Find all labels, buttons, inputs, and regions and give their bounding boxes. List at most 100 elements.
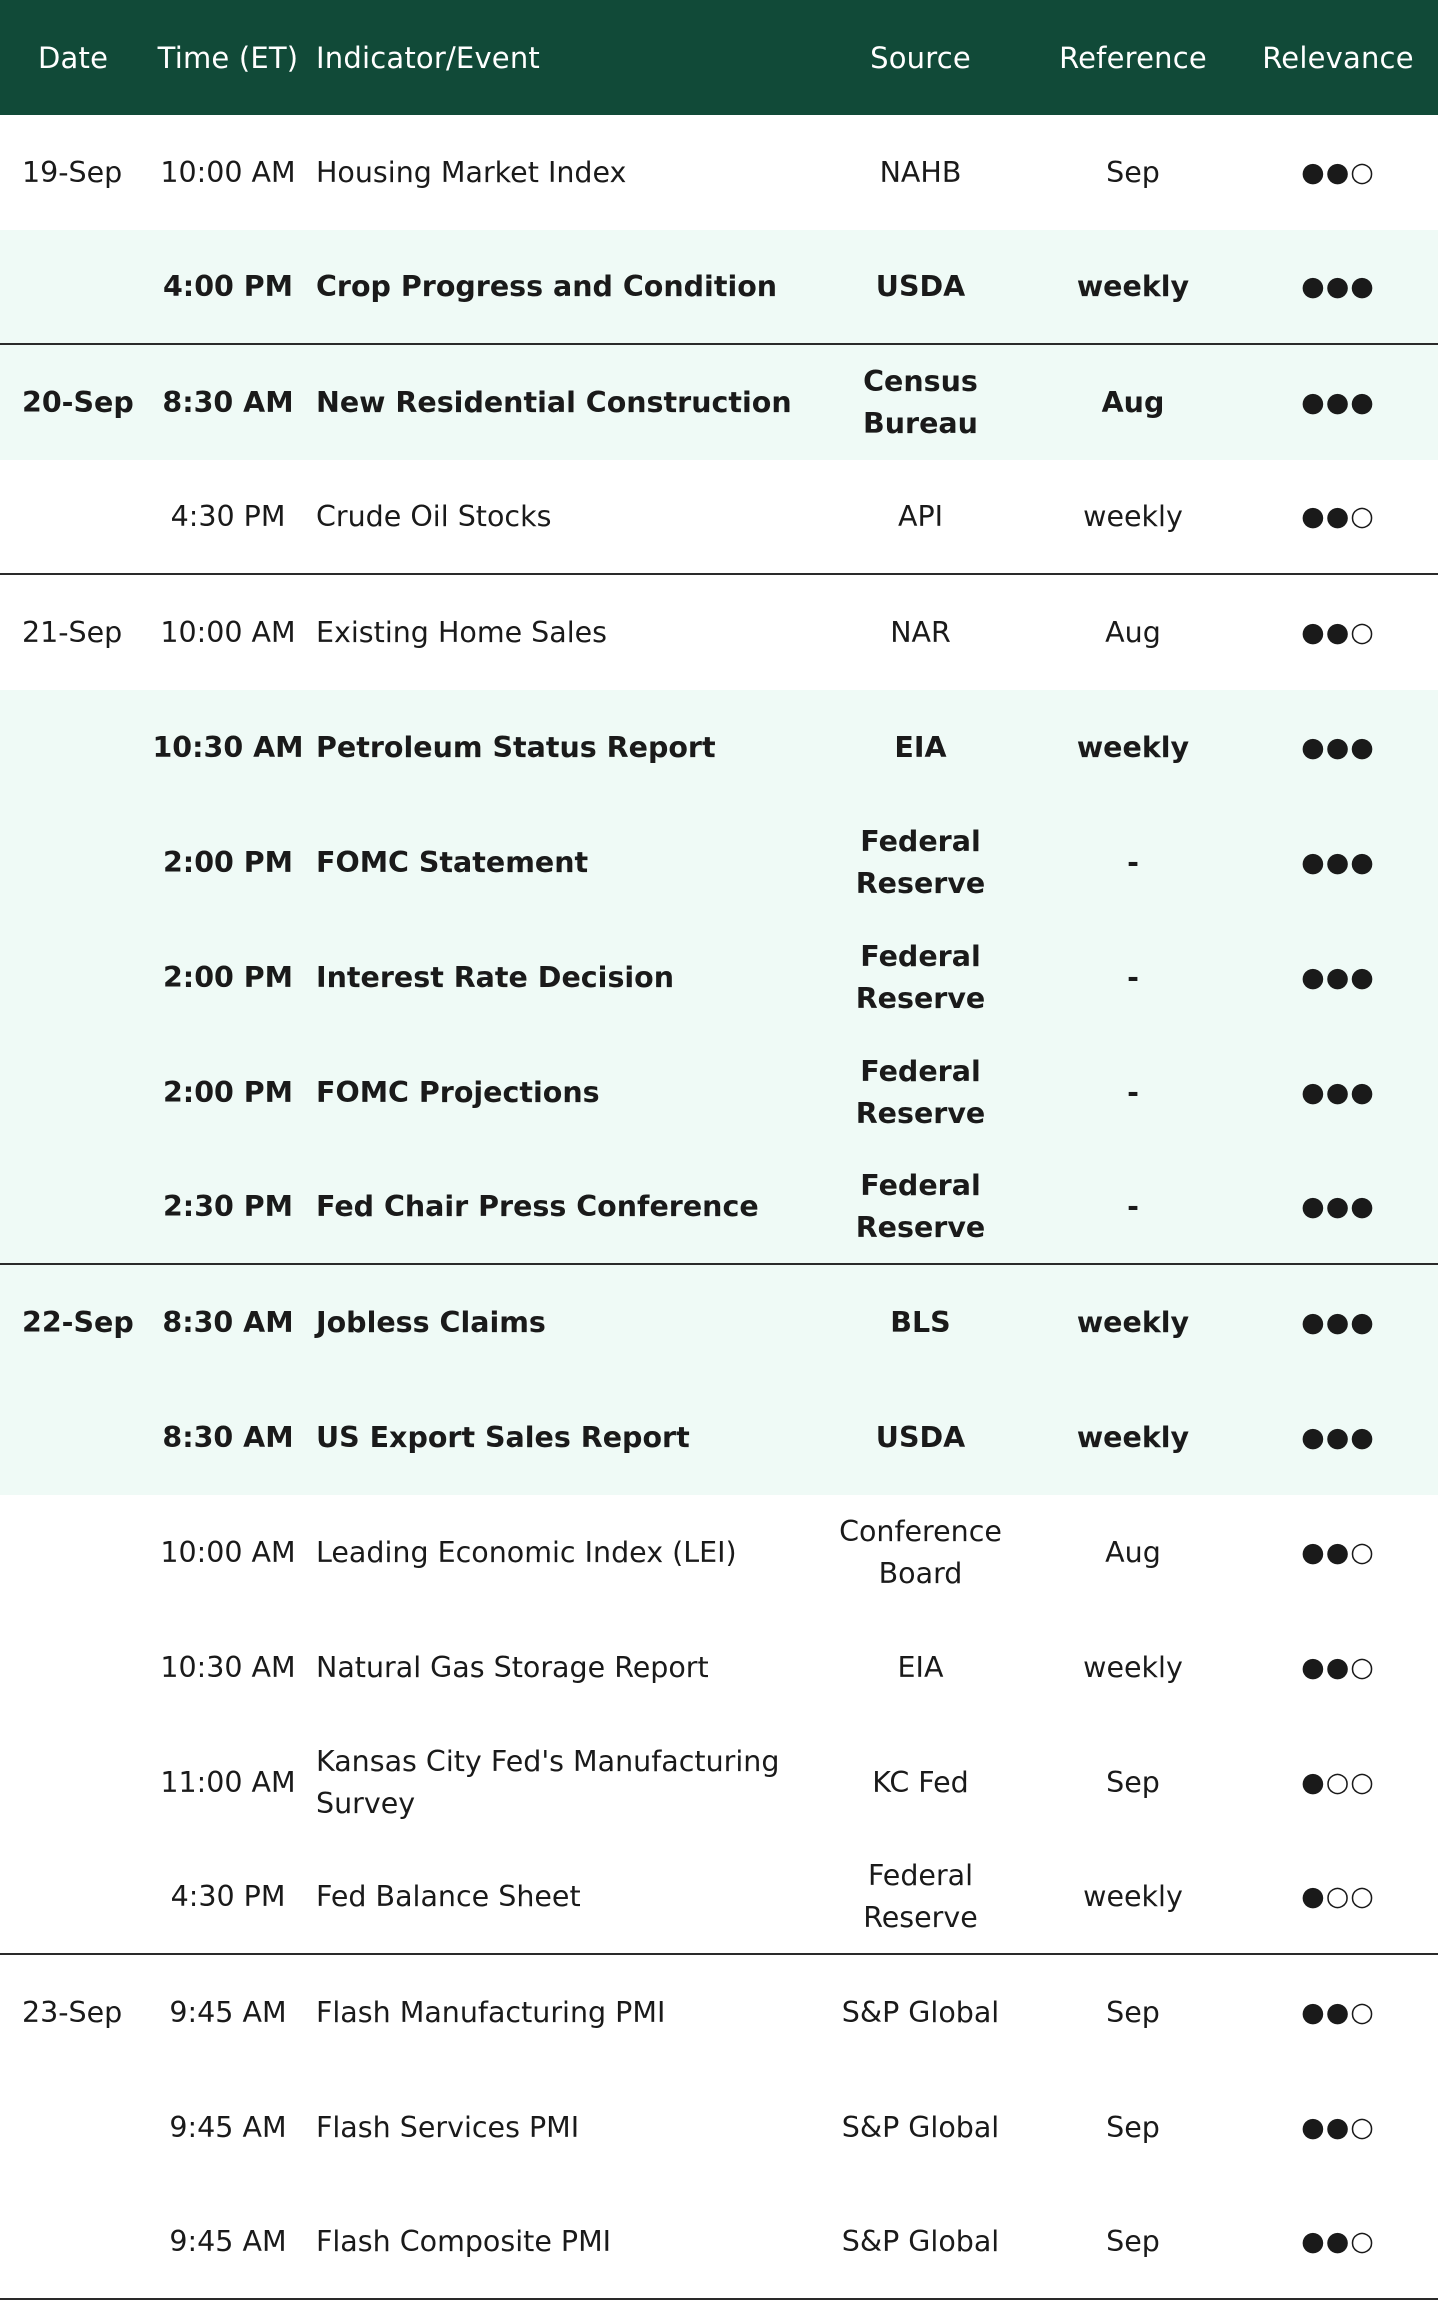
cell-source: Census Bureau	[863, 364, 978, 440]
cell-reference: weekly	[1076, 1420, 1190, 1454]
cell-indicator: Kansas City Fed's Manufacturing Survey	[316, 1744, 780, 1820]
table-row: 21-Sep 10:00 AM Existing Home Sales NAR Aug ●…	[0, 575, 1438, 690]
cell-date: 23-Sep	[22, 1995, 123, 2029]
header-indicator: Indicator/Event	[316, 40, 540, 75]
relevance-rating: ●●○	[1301, 500, 1375, 532]
cell-time: 2:30 PM	[162, 1189, 294, 1223]
cell-reference: -	[1127, 845, 1139, 879]
relevance-rating: ●●○	[1301, 616, 1375, 648]
cell-reference: weekly	[1083, 499, 1183, 533]
cell-time: 2:00 PM	[162, 845, 294, 879]
cell-source: EIA	[897, 1650, 944, 1684]
cell-date: 20-Sep	[22, 385, 134, 419]
cell-source: KC Fed	[872, 1765, 969, 1799]
cell-reference: -	[1127, 1189, 1139, 1223]
cell-indicator: Petroleum Status Report	[316, 730, 716, 764]
cell-time: 4:30 PM	[170, 1879, 286, 1913]
cell-reference: Aug	[1105, 615, 1161, 649]
table-row: 4:30 PM Crude Oil Stocks API weekly ●●○	[0, 460, 1438, 575]
cell-source: USDA	[875, 1420, 966, 1454]
cell-indicator: Fed Balance Sheet	[316, 1879, 581, 1913]
cell-reference: -	[1127, 1075, 1139, 1109]
cell-time: 4:30 PM	[170, 499, 286, 533]
cell-time: 10:00 AM	[160, 615, 296, 649]
cell-source: Conference Board	[839, 1514, 1002, 1590]
cell-time: 2:00 PM	[162, 1075, 294, 1109]
table-row: 8:30 AM US Export Sales Report USDA weekly ●…	[0, 1380, 1438, 1495]
cell-indicator: Crude Oil Stocks	[316, 499, 552, 533]
table-row: 2:00 PM FOMC Projections Federal Reserve - ●…	[0, 1035, 1438, 1150]
cell-date: 22-Sep	[22, 1305, 134, 1339]
cell-reference: Sep	[1106, 2110, 1160, 2144]
cell-time: 10:00 AM	[160, 155, 296, 189]
relevance-rating: ●●●	[1301, 1076, 1375, 1108]
cell-indicator: Crop Progress and Condition	[316, 269, 778, 303]
cell-time: 10:30 AM	[160, 1650, 296, 1684]
header-date: Date	[38, 40, 109, 75]
cell-time: 10:30 AM	[152, 730, 304, 764]
table-header: Date Time (ET) Indicator/Event Source Re…	[0, 0, 1438, 115]
cell-time: 11:00 AM	[160, 1765, 296, 1799]
cell-indicator: US Export Sales Report	[316, 1420, 690, 1454]
economic-calendar: Date Time (ET) Indicator/Event Source Re…	[0, 0, 1438, 2312]
cell-source: NAHB	[879, 155, 962, 189]
relevance-rating: ●●●	[1301, 386, 1375, 418]
cell-indicator: Flash Manufacturing PMI	[316, 1995, 666, 2029]
cell-indicator: Existing Home Sales	[316, 615, 608, 649]
cell-reference: weekly	[1083, 1650, 1183, 1684]
cell-reference: weekly	[1076, 269, 1190, 303]
relevance-rating: ●●●	[1301, 1190, 1375, 1222]
relevance-rating: ●●○	[1301, 2111, 1375, 2143]
table-row: 2:00 PM FOMC Statement Federal Reserve - ●●●	[0, 805, 1438, 920]
cell-source: Federal Reserve	[863, 1858, 978, 1934]
table-row: 20-Sep 8:30 AM New Residential Constructio…	[0, 345, 1438, 460]
relevance-rating: ●●●	[1301, 1421, 1375, 1453]
cell-source: USDA	[875, 269, 966, 303]
cell-reference: Sep	[1106, 2224, 1160, 2258]
cell-time: 4:00 PM	[162, 269, 294, 303]
header-reference: Reference	[1059, 40, 1207, 75]
cell-reference: Sep	[1106, 1765, 1160, 1799]
cell-indicator: Flash Services PMI	[316, 2110, 580, 2144]
table-row: 11:00 AM Kansas City Fed's Manufacturing …	[0, 1725, 1438, 1840]
relevance-rating: ●●○	[1301, 1996, 1375, 2028]
cell-indicator: Housing Market Index	[316, 155, 627, 189]
cell-date: 21-Sep	[22, 615, 123, 649]
relevance-rating: ●●○	[1301, 1536, 1375, 1568]
header-time: Time (ET)	[157, 40, 299, 75]
cell-time: 10:00 AM	[160, 1535, 296, 1569]
cell-source: Federal Reserve	[855, 824, 986, 900]
table-row: 9:45 AM Flash Services PMI S&P Global Sep ●●…	[0, 2070, 1438, 2185]
cell-indicator: FOMC Projections	[316, 1075, 600, 1109]
cell-indicator: New Residential Construction	[316, 385, 792, 419]
cell-reference: Aug	[1105, 1535, 1161, 1569]
table-row: 10:30 AM Petroleum Status Report EIA weekly…	[0, 690, 1438, 805]
relevance-rating: ●●○	[1301, 1651, 1375, 1683]
cell-indicator: Leading Economic Index (LEI)	[316, 1535, 737, 1569]
cell-indicator: FOMC Statement	[316, 845, 589, 879]
relevance-rating: ●●●	[1301, 270, 1375, 302]
relevance-rating: ●●○	[1301, 2225, 1375, 2257]
header-source: Source	[870, 40, 971, 75]
cell-reference: Sep	[1106, 155, 1160, 189]
cell-reference: Sep	[1106, 1995, 1160, 2029]
cell-reference: Aug	[1101, 385, 1165, 419]
table-row: 10:00 AM Leading Economic Index (LEI) Conf…	[0, 1495, 1438, 1610]
cell-date: 19-Sep	[22, 155, 123, 189]
cell-reference: weekly	[1083, 1879, 1183, 1913]
events-table: Date Time (ET) Indicator/Event Source Re…	[0, 0, 1438, 2312]
cell-source: S&P Global	[841, 2224, 1000, 2258]
relevance-rating: ●○○	[1301, 1766, 1375, 1798]
cell-time: 8:30 AM	[162, 1305, 294, 1339]
cell-source: S&P Global	[841, 1995, 1000, 2029]
cell-reference: -	[1127, 960, 1139, 994]
table-row: 4:00 PM Crop Progress and Condition USDA we…	[0, 230, 1438, 345]
cell-reference: weekly	[1076, 730, 1190, 764]
table-row: 2:00 PM Interest Rate Decision Federal Res…	[0, 920, 1438, 1035]
relevance-rating: ●●●	[1301, 1306, 1375, 1338]
cell-source: Federal Reserve	[855, 1054, 986, 1130]
table-body: 19-Sep 10:00 AM Housing Market Index NAHB Se…	[0, 115, 1438, 2300]
cell-source: EIA	[894, 730, 947, 764]
cell-time: 2:00 PM	[162, 960, 294, 994]
cell-indicator: Flash Composite PMI	[316, 2224, 612, 2258]
